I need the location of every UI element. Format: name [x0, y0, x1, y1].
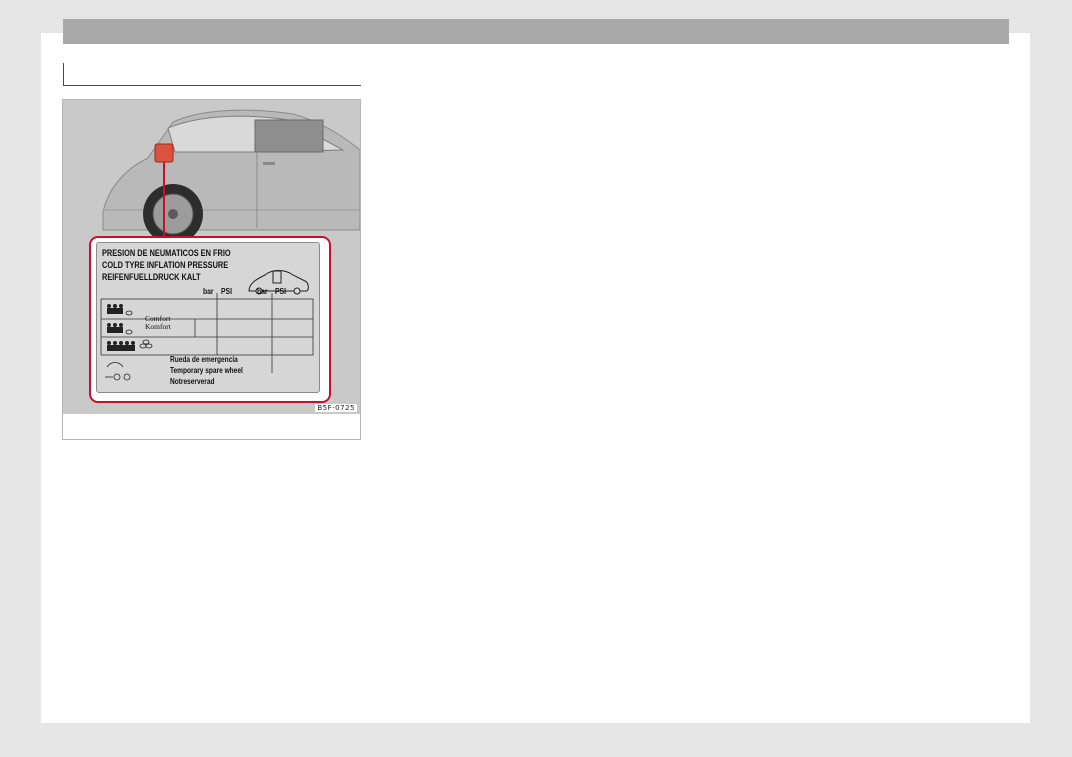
spare-wheel-label-es: Rueda de emergencia	[170, 355, 238, 364]
label-title-de: REIFENFUELLDRUCK KALT	[102, 272, 201, 282]
spare-wheel-label-en: Temporary spare wheel	[170, 366, 243, 375]
label-title-en: COLD TYRE INFLATION PRESSURE	[102, 260, 229, 270]
label-callout: PRESION DE NEUMATICOS EN FRIO COLD TYRE …	[89, 236, 331, 403]
header-bar	[63, 19, 1009, 44]
figure-code: B5F-0725	[315, 404, 357, 412]
section-heading-rule	[63, 63, 361, 86]
label-title-es: PRESION DE NEUMATICOS EN FRIO	[102, 248, 231, 258]
tyre-pressure-plate: PRESION DE NEUMATICOS EN FRIO COLD TYRE …	[96, 242, 320, 393]
unit-psi: PSI	[275, 287, 286, 296]
tyre-pressure-label-figure: PRESION DE NEUMATICOS EN FRIO COLD TYRE …	[63, 100, 360, 414]
spare-wheel-label-de: Notreserverad	[170, 377, 215, 386]
comfort-label-de: Komfort	[145, 322, 171, 331]
unit-psi: PSI	[221, 287, 232, 296]
unit-bar: bar	[203, 287, 214, 296]
unit-bar: bar	[257, 287, 268, 296]
